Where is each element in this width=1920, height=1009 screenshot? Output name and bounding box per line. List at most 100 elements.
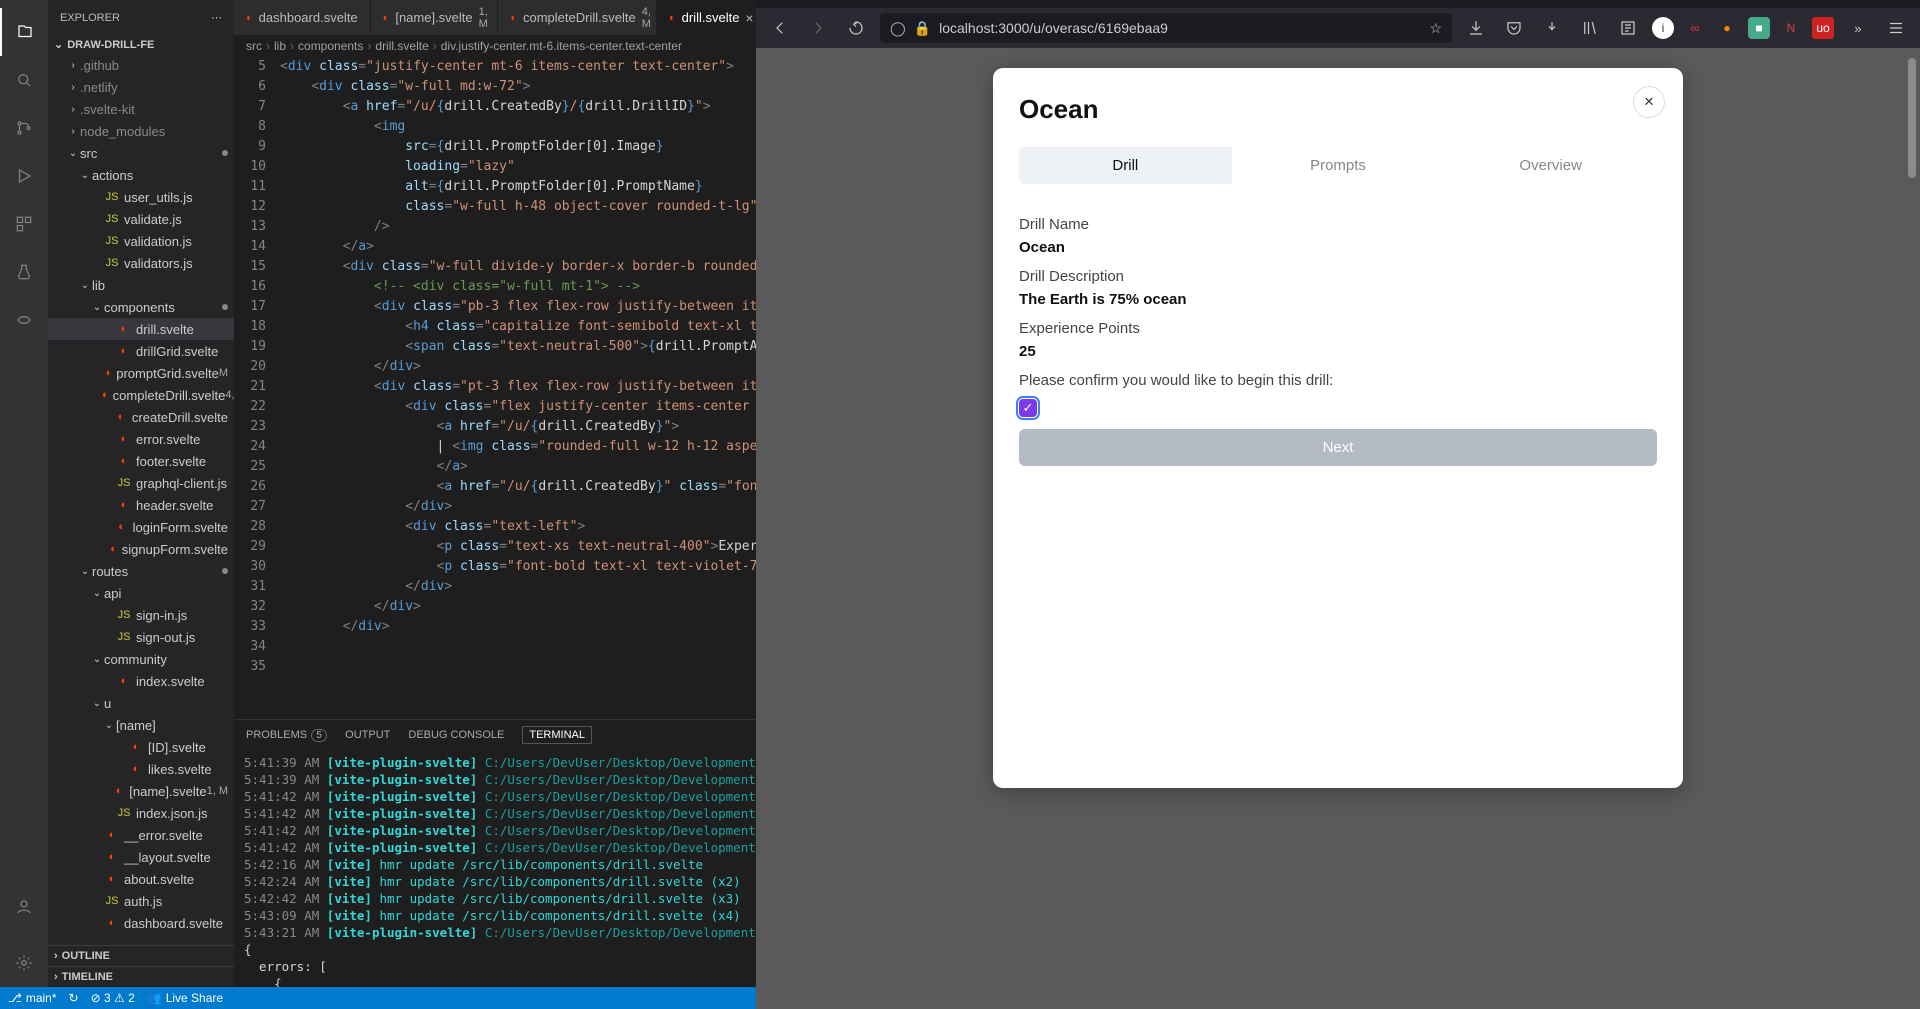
- menu-icon[interactable]: [1882, 14, 1910, 42]
- editor-tab[interactable]: ◐drill.svelte×: [657, 0, 756, 35]
- file-item[interactable]: JSvalidators.js: [48, 252, 234, 274]
- run-debug-icon[interactable]: [0, 152, 48, 200]
- folder-item[interactable]: ⌄src: [48, 142, 234, 164]
- file-item[interactable]: ◐about.svelte: [48, 868, 234, 890]
- drill-desc-label: Drill Description: [1019, 268, 1657, 285]
- star-icon[interactable]: ☆: [1429, 20, 1442, 37]
- extension-icon[interactable]: ∞: [1684, 17, 1706, 39]
- browser-tabbar[interactable]: [756, 0, 1920, 8]
- liveshare-indicator[interactable]: 👥 Live Share: [147, 991, 223, 1005]
- debug-console-tab[interactable]: DEBUG CONSOLE: [408, 729, 504, 741]
- folder-item[interactable]: ⌄u: [48, 692, 234, 714]
- pocket-icon[interactable]: [1500, 14, 1528, 42]
- modal-tab-drill[interactable]: Drill: [1019, 147, 1232, 184]
- folder-item[interactable]: ⌄api: [48, 582, 234, 604]
- extension-icon[interactable]: i: [1652, 17, 1674, 39]
- testing-icon[interactable]: [0, 248, 48, 296]
- terminal-tab[interactable]: TERMINAL: [522, 726, 592, 744]
- confirm-checkbox[interactable]: ✓: [1019, 399, 1037, 417]
- file-item[interactable]: JSvalidate.js: [48, 208, 234, 230]
- accounts-icon[interactable]: [0, 883, 48, 931]
- reader-icon[interactable]: [1614, 14, 1642, 42]
- code-lines[interactable]: <div class="justify-center mt-6 items-ce…: [280, 57, 756, 719]
- file-item[interactable]: JSsign-in.js: [48, 604, 234, 626]
- problems-tab[interactable]: PROBLEMS5: [246, 729, 327, 742]
- editor-tab[interactable]: ◐completeDrill.svelte4, M: [498, 0, 657, 35]
- file-item[interactable]: ◐dashboard.svelte: [48, 912, 234, 934]
- editor-tab[interactable]: ◐[name].svelte1, M: [371, 0, 499, 35]
- extension-icon[interactable]: uo: [1812, 17, 1834, 39]
- file-item[interactable]: ◐createDrill.svelte: [48, 406, 234, 428]
- outline-section[interactable]: › OUTLINE: [48, 945, 234, 966]
- library-icon[interactable]: [1576, 14, 1604, 42]
- scrollbar[interactable]: [1906, 58, 1918, 758]
- file-item[interactable]: ◐header.svelte: [48, 494, 234, 516]
- downloads-icon[interactable]: [1462, 14, 1490, 42]
- project-name: DRAW-DRILL-FE: [67, 39, 154, 51]
- forward-button[interactable]: [804, 14, 832, 42]
- sync-button[interactable]: ↻: [69, 991, 79, 1005]
- breadcrumbs[interactable]: src›lib›components›drill.svelte›div.just…: [234, 35, 756, 57]
- file-item[interactable]: ◐__error.svelte: [48, 824, 234, 846]
- folder-item[interactable]: ⌄routes: [48, 560, 234, 582]
- folder-item[interactable]: ⌄actions: [48, 164, 234, 186]
- file-item[interactable]: ◐completeDrill.svelte4, M: [48, 384, 234, 406]
- file-item[interactable]: JSvalidation.js: [48, 230, 234, 252]
- folder-item[interactable]: ⌄community: [48, 648, 234, 670]
- back-button[interactable]: [766, 14, 794, 42]
- terminal-output[interactable]: 5:41:39 AM [vite-plugin-svelte] C:/Users…: [234, 750, 756, 987]
- download-arrow-icon[interactable]: [1538, 14, 1566, 42]
- file-item[interactable]: ◐drill.svelte: [48, 318, 234, 340]
- file-item[interactable]: ◐[name].svelte1, M: [48, 780, 234, 802]
- file-item[interactable]: JSgraphql-client.js: [48, 472, 234, 494]
- search-icon[interactable]: [0, 56, 48, 104]
- file-item[interactable]: ◐signupForm.svelte: [48, 538, 234, 560]
- overflow-icon[interactable]: »: [1844, 14, 1872, 42]
- output-tab[interactable]: OUTPUT: [345, 729, 390, 741]
- folder-item[interactable]: ›.netlify: [48, 76, 234, 98]
- close-button[interactable]: ✕: [1633, 86, 1665, 118]
- file-item[interactable]: JSauth.js: [48, 890, 234, 912]
- file-item[interactable]: JSuser_utils.js: [48, 186, 234, 208]
- folder-item[interactable]: ›.svelte-kit: [48, 98, 234, 120]
- extension-icon[interactable]: ■: [1748, 17, 1770, 39]
- file-item[interactable]: ◐likes.svelte: [48, 758, 234, 780]
- modal-tab-overview[interactable]: Overview: [1444, 147, 1657, 184]
- timeline-section[interactable]: › TIMELINE: [48, 966, 234, 987]
- folder-item[interactable]: ⌄[name]: [48, 714, 234, 736]
- branch-indicator[interactable]: ⎇ main*: [8, 991, 57, 1005]
- source-control-icon[interactable]: [0, 104, 48, 152]
- confirm-text: Please confirm you would like to begin t…: [1019, 372, 1657, 389]
- modal-tab-prompts[interactable]: Prompts: [1232, 147, 1445, 184]
- settings-icon[interactable]: [0, 939, 48, 987]
- next-button[interactable]: Next: [1019, 429, 1657, 466]
- project-section[interactable]: ⌄ DRAW-DRILL-FE: [48, 35, 234, 54]
- explorer-icon[interactable]: [0, 8, 48, 56]
- folder-item[interactable]: ›node_modules: [48, 120, 234, 142]
- extension-icon[interactable]: N: [1780, 17, 1802, 39]
- file-item[interactable]: ◐loginForm.svelte: [48, 516, 234, 538]
- file-item[interactable]: ◐footer.svelte: [48, 450, 234, 472]
- activity-bar: [0, 0, 48, 987]
- folder-item[interactable]: ⌄components: [48, 296, 234, 318]
- file-item[interactable]: JSsign-out.js: [48, 626, 234, 648]
- reload-button[interactable]: [842, 14, 870, 42]
- file-item[interactable]: ◐index.svelte: [48, 670, 234, 692]
- file-item[interactable]: ◐__layout.svelte: [48, 846, 234, 868]
- extensions-icon[interactable]: [0, 200, 48, 248]
- folder-item[interactable]: ›.github: [48, 54, 234, 76]
- more-icon[interactable]: ⋯: [211, 11, 222, 24]
- file-item[interactable]: JSindex.json.js: [48, 802, 234, 824]
- code-view[interactable]: 5678910111213141516171819202122232425262…: [234, 57, 756, 719]
- file-item[interactable]: ◐error.svelte: [48, 428, 234, 450]
- file-item[interactable]: ◐[ID].svelte: [48, 736, 234, 758]
- file-item[interactable]: ◐promptGrid.svelteM: [48, 362, 234, 384]
- editor-tab[interactable]: ◐dashboard.svelte: [234, 0, 371, 35]
- folder-item[interactable]: ⌄lib: [48, 274, 234, 296]
- problems-indicator[interactable]: ⊘ 3 ⚠ 2: [91, 991, 135, 1005]
- timeline-label: TIMELINE: [62, 971, 113, 983]
- extension-icon[interactable]: ●: [1716, 17, 1738, 39]
- file-item[interactable]: ◐drillGrid.svelte: [48, 340, 234, 362]
- liveshare-icon[interactable]: [0, 296, 48, 344]
- url-bar[interactable]: ◯ 🔒 localhost:3000/u/overasc/6169ebaa9 ☆: [880, 13, 1452, 43]
